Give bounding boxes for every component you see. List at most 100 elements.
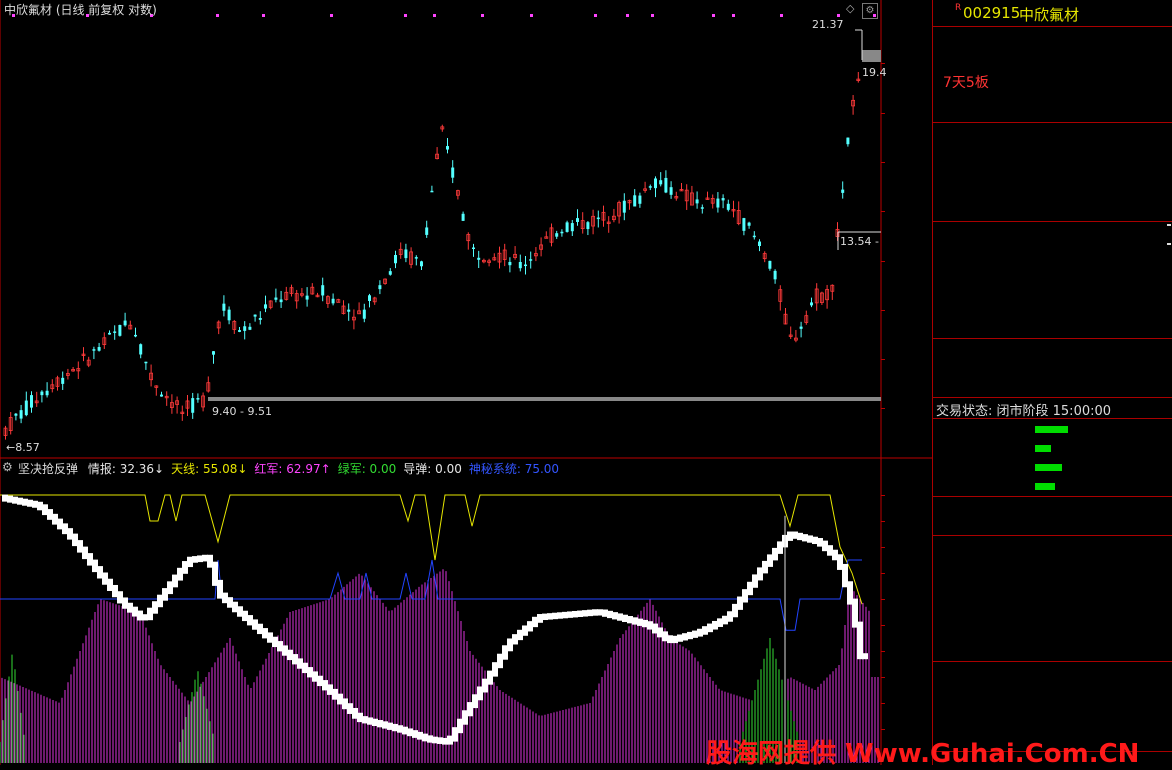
candle-body-down: [586, 222, 590, 230]
candle-body-down: [123, 320, 127, 326]
signal-dot: [262, 14, 265, 17]
indicator-axis-tick: [881, 729, 885, 730]
stat-value: [1167, 224, 1171, 226]
indicator-panel: [0, 494, 879, 763]
signal-dot: [780, 14, 783, 17]
candle-body-down: [654, 178, 657, 189]
flow-row: [933, 459, 1172, 477]
indicator-axis-tick: [881, 573, 885, 574]
indicator-axis-tick: [881, 599, 885, 600]
signal-dot: [626, 14, 629, 17]
price-axis-tick: [881, 408, 885, 409]
candle-body-down: [394, 255, 397, 264]
candle-body-down: [264, 304, 267, 309]
candle-body-down: [248, 326, 252, 330]
candle-body-down: [253, 314, 257, 317]
candle-body-down: [841, 189, 845, 193]
candle-body-down: [243, 326, 247, 331]
bid-row: [933, 185, 1172, 203]
signal-dot: [837, 14, 840, 17]
candle-body-down: [638, 195, 642, 204]
settings-icon[interactable]: ⚙: [862, 3, 878, 19]
fundamental-row: [933, 378, 1172, 396]
bid-row: [933, 204, 1172, 222]
candle-body-down: [144, 361, 148, 364]
indicator-axis-tick: [881, 703, 885, 704]
indicator-param: 导弹: 0.00: [403, 462, 462, 476]
indicator-axis-tick: [881, 547, 885, 548]
indicator-axis-tick: [881, 677, 885, 678]
seal-row: [933, 102, 1172, 119]
candle-body-down: [238, 330, 241, 332]
diamond-icon[interactable]: ◇: [846, 2, 854, 15]
candle-body-down: [425, 227, 429, 235]
candle-body-down: [810, 302, 813, 306]
candle-body-down: [274, 297, 278, 300]
stat-row: [933, 281, 1172, 299]
candle-body-down: [331, 298, 335, 304]
candle-body-down: [752, 235, 756, 238]
candle-body-down: [477, 257, 481, 260]
stat-row: [933, 224, 1172, 242]
candle-body-down: [596, 217, 600, 220]
tick-row: [933, 572, 1172, 590]
stock-code: 002915: [963, 4, 1021, 22]
price-axis-tick: [881, 162, 885, 163]
signal-dot: [651, 14, 654, 17]
tick-row: [933, 644, 1172, 662]
indicator-name[interactable]: 坚决抢反弹: [18, 462, 78, 476]
tick-row: [933, 518, 1172, 536]
indicator-param: 红军: 62.97↑: [254, 462, 331, 476]
gear-icon[interactable]: ⚙: [2, 460, 13, 474]
candle-body-down: [742, 218, 746, 231]
seal-row: [933, 84, 1172, 101]
intelligence-line-block: [862, 653, 868, 660]
support-line: [208, 397, 881, 401]
candle-body-down: [716, 198, 720, 208]
bid-row: [933, 146, 1172, 164]
bid-row: [933, 165, 1172, 183]
tick-row: [933, 626, 1172, 644]
candle-body-down: [134, 334, 137, 337]
candle-body-down: [664, 177, 668, 193]
high-price-box: 19.4: [862, 66, 887, 79]
quote-panel: R 002915 中欣氟材 7天5板 交易状态: 闭市阶段 15:00:00: [932, 0, 1172, 765]
tick-row: [933, 680, 1172, 698]
candle-body-down: [347, 309, 351, 312]
tick-row: [933, 608, 1172, 626]
candle-body-down: [472, 247, 475, 250]
candle-body-down: [846, 137, 850, 145]
kline-chart-svg[interactable]: [0, 0, 932, 765]
price-axis-tick: [881, 113, 885, 114]
candle-body-down: [30, 395, 33, 408]
indicator-param: 天线: 55.08↓: [171, 462, 248, 476]
range-label: 9.40 - 9.51: [212, 405, 272, 418]
candle-body-down: [14, 413, 18, 416]
signal-dot: [330, 14, 333, 17]
candle-body-down: [368, 295, 371, 301]
indicator-axis-tick: [881, 521, 885, 522]
candle-body-down: [139, 344, 143, 355]
candle-body-down: [212, 351, 215, 355]
candle-body-down: [321, 285, 325, 296]
candle-body-down: [508, 261, 512, 266]
trade-status: 交易状态: 闭市阶段 15:00:00: [936, 404, 1112, 419]
kline-chart-panel[interactable]: 中欣氟材 (日线 前复权 对数) ⚙ ◇ ⚙ 21.37 19.4 ←8.57 …: [0, 0, 932, 765]
price-axis-tick: [881, 310, 885, 311]
indicator-param: 情报: 32.36↓: [87, 462, 165, 476]
signal-dot: [216, 14, 219, 17]
restriction-flag: R: [955, 3, 962, 13]
tick-row: [933, 536, 1172, 554]
indicator-axis-tick: [881, 651, 885, 652]
stat-row: [933, 262, 1172, 280]
candle-body-down: [61, 377, 65, 384]
indicator-axis-tick: [881, 625, 885, 626]
candle-body-down: [633, 195, 637, 207]
fundamental-row: [933, 359, 1172, 377]
signal-dot: [530, 14, 533, 17]
flow-row: [933, 478, 1172, 496]
candle-body-down: [19, 410, 23, 419]
stat-row: [933, 243, 1172, 261]
candle-body-down: [726, 203, 730, 210]
tick-row: [933, 554, 1172, 572]
